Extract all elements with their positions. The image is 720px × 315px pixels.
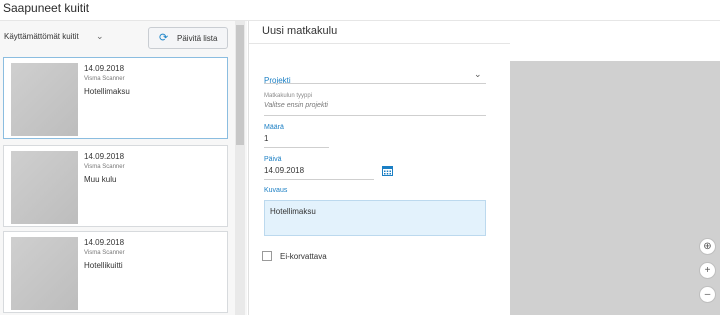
receipt-name: Hotellimaksu xyxy=(84,87,130,96)
receipt-source: Visma Scanner xyxy=(84,164,125,170)
form-header: Uusi matkakulu xyxy=(249,21,511,44)
page-title: Saapuneet kuitit xyxy=(3,1,90,15)
divider xyxy=(264,115,486,116)
receipts-panel: Käyttämättömät kuitit ⌄ ⟳ Päivitä lista … xyxy=(0,21,247,315)
receipt-date: 14.09.2018 xyxy=(84,64,125,73)
receipt-card[interactable]: 14.09.2018 Visma Scanner Hotellikuitti xyxy=(3,231,228,313)
amount-value: 1 xyxy=(264,134,269,143)
top-bar: Saapuneet kuitit xyxy=(0,0,720,21)
expense-form: Uusi matkakulu Projekti ⌄ Matkakulun tyy… xyxy=(248,21,511,315)
divider xyxy=(264,147,329,148)
zoom-out-icon[interactable]: – xyxy=(699,286,716,303)
receipt-card[interactable]: 14.09.2018 Visma Scanner Hotellimaksu xyxy=(3,57,228,139)
date-field[interactable]: Päivä 14.09.2018 xyxy=(264,156,304,175)
non-reimbursable-checkbox[interactable] xyxy=(262,251,272,261)
amount-label: Määrä xyxy=(264,124,284,131)
calendar-icon[interactable] xyxy=(382,165,393,176)
zoom-in-icon[interactable]: + xyxy=(699,262,716,279)
receipt-source: Visma Scanner xyxy=(84,76,125,82)
date-label: Päivä xyxy=(264,156,282,163)
fit-screen-icon[interactable]: ⊕ xyxy=(699,238,716,255)
receipt-thumbnail xyxy=(11,151,78,224)
refresh-list-label: Päivitä lista xyxy=(177,34,218,43)
receipt-thumbnail xyxy=(11,63,78,136)
project-select[interactable]: Projekti ⌄ xyxy=(264,69,486,88)
expense-type-label: Matkakulun tyyppi xyxy=(264,93,313,99)
non-reimbursable-label: Ei-korvattava xyxy=(280,252,327,261)
date-value: 14.09.2018 xyxy=(264,166,305,175)
refresh-list-button[interactable]: ⟳ Päivitä lista xyxy=(148,27,228,49)
receipt-source: Visma Scanner xyxy=(84,250,125,256)
receipt-preview-panel: ⊕ + – xyxy=(510,21,720,315)
divider xyxy=(264,83,486,84)
chevron-down-icon: ⌄ xyxy=(474,69,482,79)
receipt-filter-value: Käyttämättömät kuitit xyxy=(4,32,79,41)
receipt-thumbnail xyxy=(11,237,78,310)
receipt-date: 14.09.2018 xyxy=(84,238,125,247)
amount-field[interactable]: Määrä 1 xyxy=(264,124,284,143)
receipt-name: Muu kulu xyxy=(84,175,117,184)
refresh-icon: ⟳ xyxy=(159,32,169,44)
divider xyxy=(264,179,374,180)
receipt-filter-dropdown[interactable]: Käyttämättömät kuitit ⌄ xyxy=(4,31,104,41)
receipt-name: Hotellikuitti xyxy=(84,261,123,270)
receipt-preview-image xyxy=(510,61,720,315)
receipt-date: 14.09.2018 xyxy=(84,152,125,161)
scrollbar-thumb[interactable] xyxy=(236,25,244,145)
receipt-list: 14.09.2018 Visma Scanner Hotellimaksu 14… xyxy=(0,55,232,315)
chevron-down-icon: ⌄ xyxy=(96,31,104,41)
description-label-wrap: Kuvaus xyxy=(264,187,287,194)
description-label: Kuvaus xyxy=(264,187,288,194)
receipt-list-scrollbar[interactable] xyxy=(235,21,245,315)
form-title: Uusi matkakulu xyxy=(262,25,338,37)
receipt-card[interactable]: 14.09.2018 Visma Scanner Muu kulu xyxy=(3,145,228,227)
description-textarea[interactable]: Hotellimaksu xyxy=(264,200,486,236)
expense-type-field[interactable]: Matkakulun tyyppi Valitse ensin projekti xyxy=(264,93,328,109)
expense-type-hint: Valitse ensin projekti xyxy=(264,102,328,109)
